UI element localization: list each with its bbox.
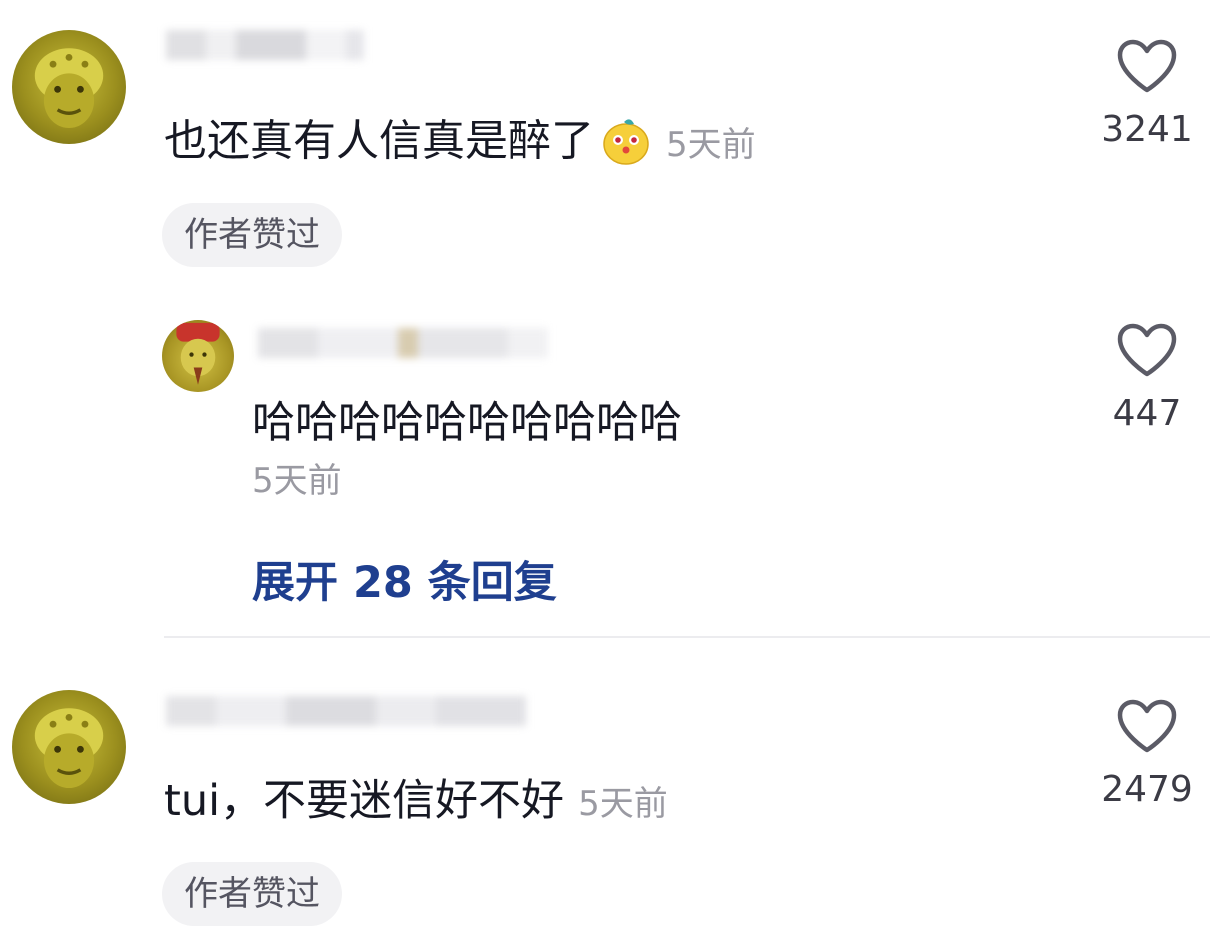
divider — [164, 636, 1210, 638]
heart-outline-icon — [1117, 39, 1177, 93]
comment-time: 5天前 — [666, 124, 756, 165]
like-count: 2479 — [1101, 769, 1193, 810]
comment-body: tui，不要迷信好不好 — [164, 776, 565, 826]
comment-text: tui，不要迷信好不好 5天前 — [164, 780, 668, 823]
like-button[interactable]: 2479 — [1087, 698, 1207, 808]
like-button[interactable]: 3241 — [1087, 38, 1207, 148]
reply-like-count: 447 — [1112, 393, 1182, 434]
author-liked-badge: 作者赞过 — [162, 203, 342, 267]
author-liked-badge: 作者赞过 — [162, 862, 342, 926]
avatar-figure-icon — [176, 322, 220, 385]
reply-text: 哈哈哈哈哈哈哈哈哈哈 — [252, 398, 682, 448]
expand-replies-link[interactable]: 展开 28 条回复 — [252, 562, 557, 605]
avatar-figure-icon — [34, 708, 104, 789]
avatar-figure-icon — [34, 48, 104, 129]
like-count: 3241 — [1101, 109, 1193, 150]
comment-time: 5天前 — [578, 784, 668, 824]
emoji-face-icon — [600, 114, 652, 166]
heart-outline-icon — [1117, 323, 1177, 377]
username-blurred[interactable] — [166, 696, 526, 726]
reply-username-blurred[interactable] — [258, 328, 548, 358]
username-blurred[interactable] — [166, 30, 364, 60]
avatar[interactable] — [12, 30, 126, 144]
comment-section: 也还真有人信真是醉了 5天前 作者赞过 3241 哈哈哈哈哈哈哈哈哈哈 5天前 … — [0, 0, 1210, 946]
reply-time: 5天前 — [252, 461, 342, 501]
reply-avatar[interactable] — [162, 320, 234, 392]
heart-outline-icon — [1117, 699, 1177, 753]
avatar[interactable] — [12, 690, 126, 804]
reply-like-button[interactable]: 447 — [1087, 322, 1207, 432]
comment-text: 也还真有人信真是醉了 5天前 — [164, 118, 756, 170]
comment-body: 也还真有人信真是醉了 — [164, 116, 594, 167]
